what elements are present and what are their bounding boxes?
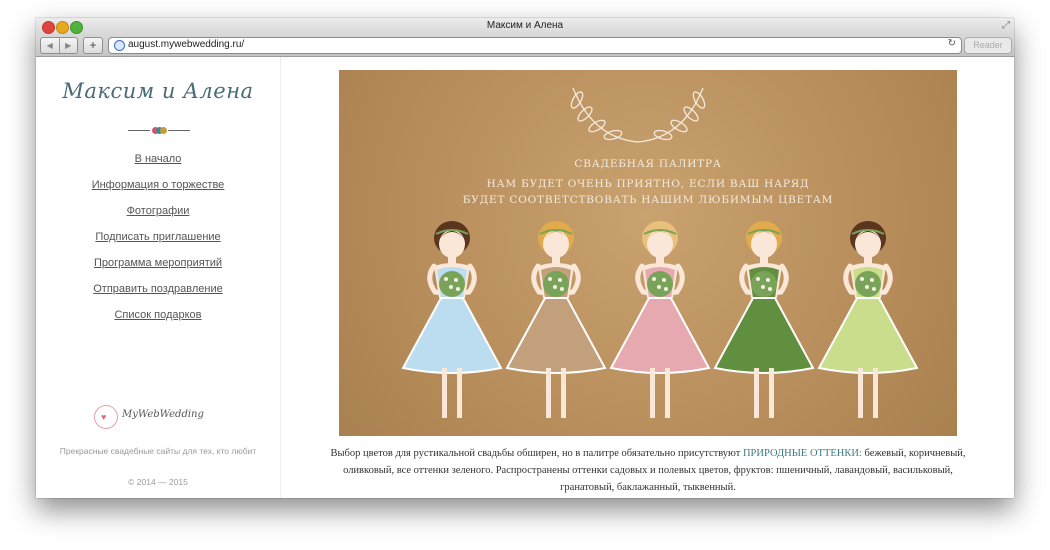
nav-link-gifts[interactable]: Список подарков bbox=[36, 305, 280, 331]
web-page: Максим и Алена В начало Информация о тор… bbox=[36, 57, 1014, 498]
hero-title: СВАДЕБНАЯ ПАЛИТРА bbox=[574, 158, 722, 170]
description-text: Выбор цветов для рустикальной свадьбы об… bbox=[330, 448, 743, 459]
browser-toolbar: ◀ ▶ + august.mywebwedding.ru/ ↻ Reader bbox=[36, 36, 1014, 57]
palette-hero-image: СВАДЕБНАЯ ПАЛИТРА НАМ БУДЕТ ОЧЕНЬ ПРИЯТН… bbox=[339, 70, 957, 436]
back-arrow-icon[interactable]: ◀ bbox=[41, 38, 60, 53]
history-buttons: ◀ ▶ bbox=[40, 37, 78, 54]
brand-logo-text: MyWebWedding bbox=[122, 409, 204, 420]
footer-tagline: Прекрасные свадебные сайты для тех, кто … bbox=[59, 446, 257, 456]
hero-subtitle-line-1: НАМ БУДЕТ ОЧЕНЬ ПРИЯТНО, ЕСЛИ ВАШ НАРЯД bbox=[486, 178, 810, 190]
nav-link-rsvp[interactable]: Подписать приглашение bbox=[36, 227, 280, 253]
plus-icon[interactable]: + bbox=[83, 37, 103, 54]
footer-copyright: © 2014 — 2015 bbox=[128, 477, 188, 487]
bridesmaid-figure bbox=[505, 221, 607, 418]
laurel-wreath-icon bbox=[570, 87, 706, 143]
nav-link-congratulate[interactable]: Отправить поздравление bbox=[36, 279, 280, 305]
sidebar-nav: В начало Информация о торжестве Фотограф… bbox=[36, 149, 280, 331]
description-highlight: ПРИРОДНЫЕ ОТТЕНКИ: bbox=[742, 448, 862, 459]
browser-window: Максим и Алена ⤢ ◀ ▶ + august.mywebweddi… bbox=[36, 18, 1014, 498]
sidebar: Максим и Алена В начало Информация о тор… bbox=[36, 57, 281, 498]
bridesmaid-figure bbox=[713, 221, 815, 418]
reload-icon[interactable]: ↻ bbox=[948, 38, 956, 49]
site-logo[interactable]: Максим и Алена bbox=[36, 79, 280, 103]
heart-icon: ♥ bbox=[101, 412, 107, 422]
brand-logo[interactable]: ♥ MyWebWedding bbox=[94, 405, 214, 431]
address-bar[interactable]: august.mywebwedding.ru/ ↻ bbox=[108, 37, 962, 54]
title-bar: Максим и Алена ⤢ bbox=[36, 18, 1014, 36]
nav-link-photos[interactable]: Фотографии bbox=[36, 201, 280, 227]
palette-description: Выбор цветов для рустикальной свадьбы об… bbox=[318, 445, 978, 496]
fullscreen-icon[interactable]: ⤢ bbox=[1002, 20, 1010, 31]
window-title: Максим и Алена bbox=[486, 20, 564, 31]
nav-link-info[interactable]: Информация о торжестве bbox=[36, 175, 280, 201]
bridesmaid-figure bbox=[401, 221, 503, 418]
globe-icon bbox=[114, 40, 125, 51]
hero-subtitle-line-2: БУДЕТ СООТВЕТСТВОВАТЬ НАШИМ ЛЮБИМЫМ ЦВЕТ… bbox=[462, 194, 834, 206]
nav-link-home[interactable]: В начало bbox=[36, 149, 280, 175]
reader-button[interactable]: Reader bbox=[964, 37, 1012, 54]
main-content: СВАДЕБНАЯ ПАЛИТРА НАМ БУДЕТ ОЧЕНЬ ПРИЯТН… bbox=[282, 57, 1014, 498]
nav-link-program[interactable]: Программа мероприятий bbox=[36, 253, 280, 279]
forward-arrow-icon[interactable]: ▶ bbox=[60, 38, 78, 53]
url-text[interactable]: august.mywebwedding.ru/ bbox=[128, 39, 244, 50]
bridesmaid-figure bbox=[817, 221, 919, 418]
bridesmaid-figure bbox=[609, 221, 711, 418]
hearts-divider bbox=[128, 127, 190, 135]
